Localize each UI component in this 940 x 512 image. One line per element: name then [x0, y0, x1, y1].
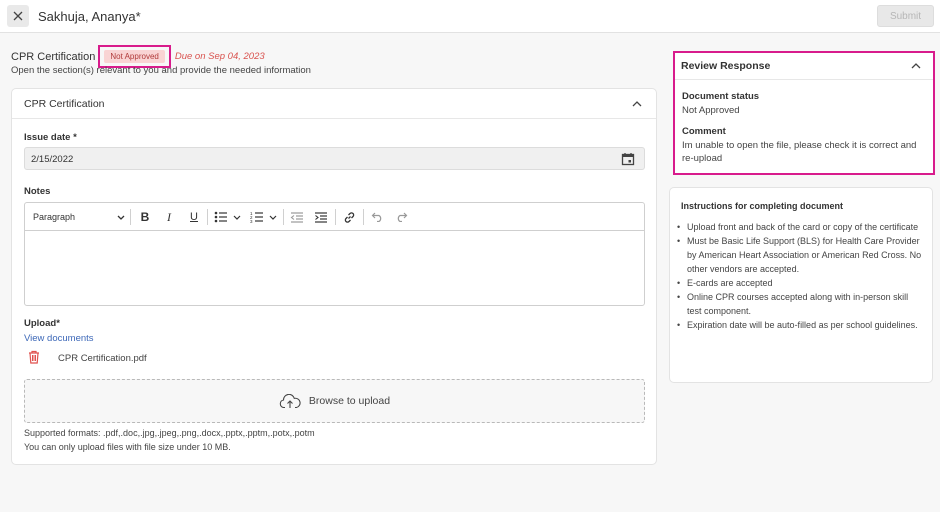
supported-formats: Supported formats: .pdf,.doc,.jpg,.jpeg,…: [24, 428, 315, 438]
outdent-button[interactable]: [289, 209, 305, 225]
document-status-value: Not Approved: [682, 105, 740, 116]
submit-button[interactable]: Submit: [877, 5, 934, 27]
browse-upload-dropzone[interactable]: Browse to upload: [24, 379, 645, 423]
close-icon: [13, 11, 23, 21]
chevron-up-icon: [632, 101, 642, 107]
link-button[interactable]: [341, 209, 357, 225]
paragraph-select-label: Paragraph: [33, 212, 76, 222]
comment-value: Im unable to open the file, please check…: [682, 140, 917, 164]
top-bar: Sakhuja, Ananya* Submit: [0, 0, 940, 33]
section-subtitle: Open the section(s) relevant to you and …: [11, 65, 311, 76]
instructions-list: Upload front and back of the card or cop…: [677, 220, 923, 332]
cloud-upload-icon: [279, 393, 301, 408]
collapse-button[interactable]: [630, 97, 644, 111]
underline-button[interactable]: U: [186, 209, 202, 225]
numbered-list-icon: 123: [250, 211, 277, 223]
document-status-label: Document status: [682, 91, 760, 102]
issue-date-value: 2/15/2022: [31, 154, 74, 165]
indent-icon: [315, 211, 327, 223]
trash-icon: [29, 350, 39, 364]
bold-icon: B: [140, 210, 150, 224]
delete-file-button[interactable]: [28, 350, 40, 367]
calendar-icon: [621, 153, 635, 166]
editor-toolbar: Paragraph B I U 123: [25, 203, 644, 231]
instruction-item: Must be Basic Life Support (BLS) for Hea…: [677, 234, 923, 276]
card-header[interactable]: CPR Certification: [12, 89, 656, 119]
instruction-item: E-cards are accepted: [677, 276, 923, 290]
chevron-down-icon: [117, 215, 125, 220]
underline-icon: U: [190, 211, 198, 223]
bold-button[interactable]: B: [137, 209, 153, 225]
comment-label: Comment: [682, 126, 726, 137]
instruction-item: Online CPR courses accepted along with i…: [677, 290, 923, 318]
issue-date-label-text: Issue date: [24, 132, 71, 143]
svg-text:3: 3: [250, 219, 253, 223]
page-title: Sakhuja, Ananya*: [38, 9, 141, 24]
indent-button[interactable]: [313, 209, 329, 225]
redo-icon: [397, 212, 407, 222]
close-button[interactable]: [7, 5, 29, 27]
numbered-list-button[interactable]: 123: [249, 209, 279, 225]
undo-button[interactable]: [369, 209, 385, 225]
view-documents-link[interactable]: View documents: [24, 333, 94, 344]
file-size-note: You can only upload files with file size…: [24, 442, 231, 452]
browse-label: Browse to upload: [308, 395, 391, 407]
notes-editor: Paragraph B I U 123: [24, 202, 645, 306]
instructions-panel: Instructions for completing document Upl…: [669, 187, 933, 383]
upload-label-text: Upload: [24, 318, 57, 329]
instruction-item: Upload front and back of the card or cop…: [677, 220, 923, 234]
status-badge: Not Approved: [104, 50, 165, 63]
issue-date-label: Issue date *: [24, 132, 77, 143]
italic-button[interactable]: I: [161, 209, 177, 225]
due-date: Due on Sep 04, 2023: [174, 51, 265, 62]
file-name: CPR Certification.pdf: [58, 353, 147, 364]
instructions-title: Instructions for completing document: [681, 201, 844, 211]
upload-label: Upload*: [24, 318, 60, 329]
notes-label: Notes: [24, 186, 51, 197]
toolbar-divider: [130, 209, 131, 225]
calendar-button[interactable]: [621, 152, 635, 169]
undo-icon: [371, 212, 381, 222]
review-collapse-button[interactable]: [909, 59, 923, 73]
paragraph-select[interactable]: Paragraph: [33, 209, 125, 225]
outdent-icon: [290, 211, 303, 223]
chevron-up-icon: [911, 63, 921, 69]
notes-text-area[interactable]: [25, 231, 644, 305]
uploaded-file: CPR Certification.pdf: [28, 350, 147, 367]
required-mark: *: [56, 318, 60, 329]
toolbar-divider: [207, 209, 208, 225]
cpr-form-card: CPR Certification Issue date * 2/15/2022…: [11, 88, 657, 465]
toolbar-divider: [363, 209, 364, 225]
redo-button[interactable]: [393, 209, 409, 225]
review-title: Review Response: [681, 60, 771, 72]
required-mark: *: [70, 132, 77, 143]
review-response-panel: Review Response Document status Not Appr…: [673, 51, 935, 175]
bullet-list-button[interactable]: [213, 209, 243, 225]
issue-date-field[interactable]: 2/15/2022: [24, 147, 645, 170]
instruction-item: Expiration date will be auto-filled as p…: [677, 318, 923, 332]
review-header[interactable]: Review Response: [675, 53, 933, 80]
link-icon: [344, 211, 354, 223]
toolbar-divider: [283, 209, 284, 225]
card-title: CPR Certification: [24, 98, 105, 110]
toolbar-divider: [335, 209, 336, 225]
bullet-list-icon: [214, 211, 241, 223]
section-title: CPR Certification: [11, 50, 96, 63]
italic-icon: I: [167, 209, 171, 224]
